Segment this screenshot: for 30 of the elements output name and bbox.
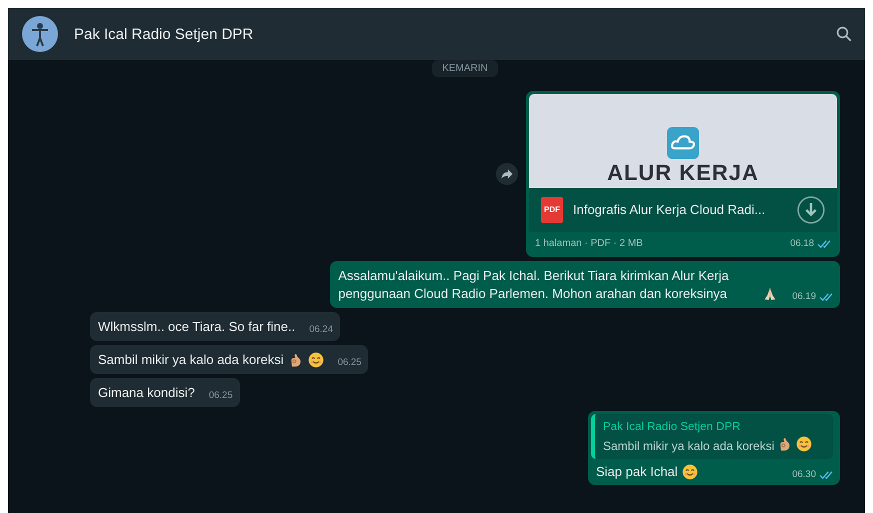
message-time: 06.19 bbox=[792, 290, 816, 304]
message-text: Sambil mikir ya kalo ada koreksi bbox=[98, 351, 284, 369]
folded-hands-icon bbox=[762, 286, 778, 302]
quote-text: Sambil mikir ya kalo ada koreksi bbox=[603, 439, 774, 453]
contact-name: Pak Ical Radio Setjen DPR bbox=[74, 26, 254, 42]
download-icon[interactable] bbox=[797, 196, 825, 224]
forward-icon[interactable] bbox=[496, 163, 518, 185]
search-icon[interactable] bbox=[835, 25, 853, 43]
message-time: 06.18 bbox=[790, 237, 814, 251]
message-time: 06.24 bbox=[309, 323, 333, 337]
document-message[interactable]: ALUR KERJA PDF Infografis Alur Kerja Cloud Radi... 1 halaman · PDF · 2 MB 06.18 bbox=[526, 91, 840, 257]
file-type-icon: PDF bbox=[541, 197, 563, 223]
message-text: Wlkmsslm.. oce Tiara. So far fine.. bbox=[98, 318, 296, 336]
smiley-icon bbox=[308, 352, 324, 368]
cloud-logo-icon bbox=[667, 127, 699, 159]
quote-author: Pak Ical Radio Setjen DPR bbox=[603, 420, 742, 435]
quoted-message[interactable]: Pak Ical Radio Setjen DPR Sambil mikir ya kalo ada koreksi bbox=[591, 414, 833, 459]
smiley-icon bbox=[796, 436, 812, 452]
message-text: Assalamu'alaikum.. Pagi Pak Ichal. Berikut Tiara kirimkan Alur Kerja penggunaan Cloud Radio Parlemen. Mohon arahan dan koreksinya bbox=[338, 267, 730, 303]
smiley-icon bbox=[682, 464, 698, 480]
message-text: Gimana kondisi? bbox=[98, 384, 195, 402]
message-time: 06.25 bbox=[208, 389, 233, 403]
file-info: 1 halaman · PDF · 2 MB bbox=[535, 237, 643, 251]
avatar bbox=[22, 16, 58, 52]
message-time: 06.30 bbox=[792, 468, 816, 482]
file-name: Infografis Alur Kerja Cloud Radi... bbox=[573, 201, 766, 219]
message-text: Siap pak Ichal bbox=[596, 463, 678, 481]
message-time: 06.25 bbox=[338, 356, 362, 370]
preview-title: ALUR KERJA bbox=[607, 164, 759, 182]
date-chip: KEMARIN bbox=[432, 60, 498, 77]
